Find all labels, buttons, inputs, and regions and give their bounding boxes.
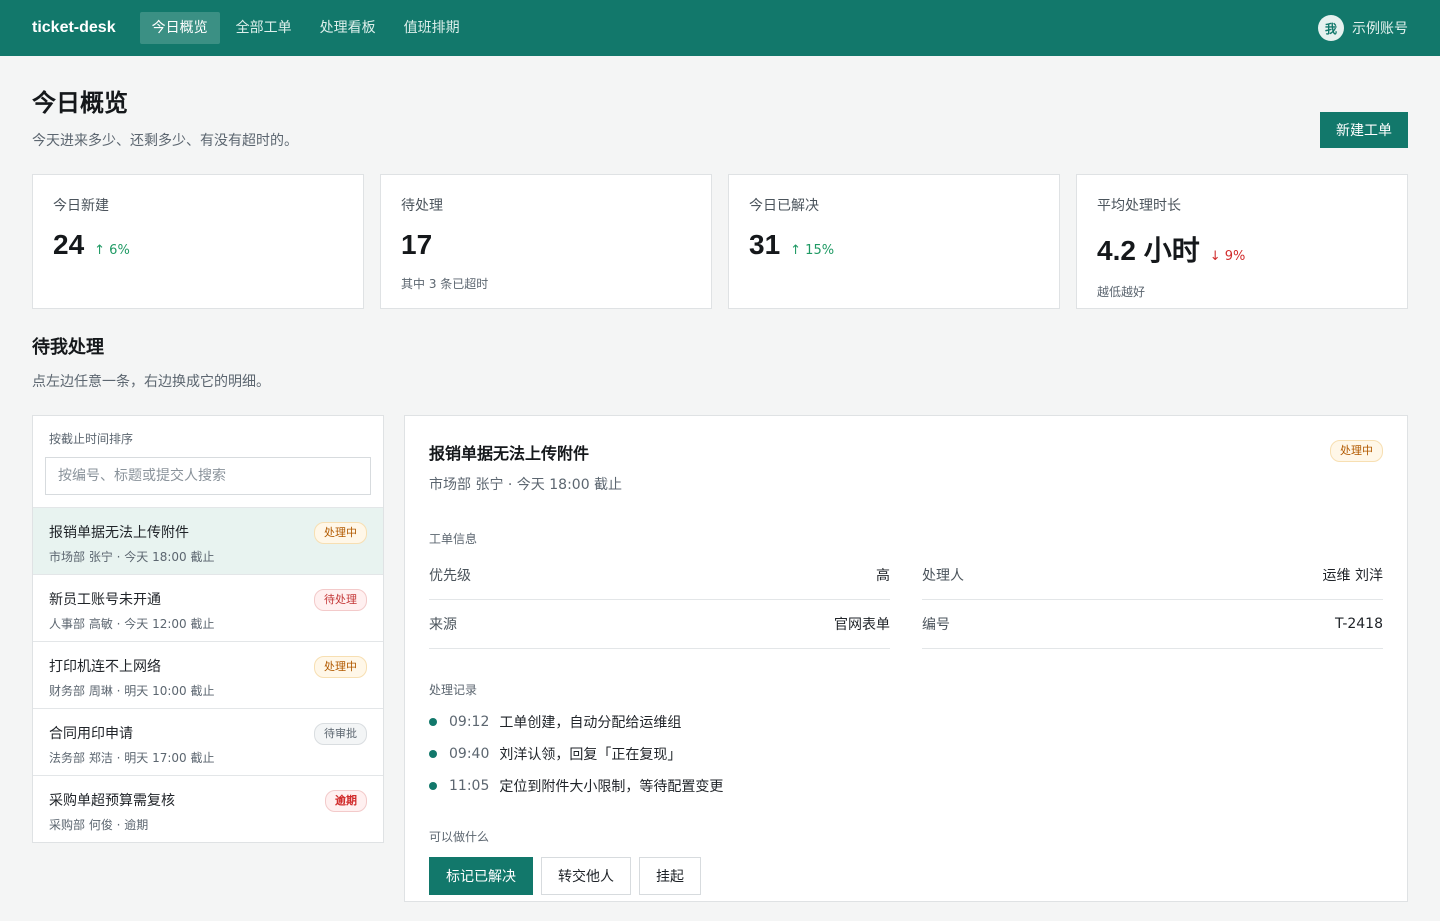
main-nav: 今日概览 全部工单 处理看板 值班排期	[139, 12, 476, 44]
stat-value: 31	[749, 229, 781, 260]
status-badge: 待处理	[314, 589, 367, 611]
stat-value: 24	[53, 229, 85, 260]
timeline-dot-icon	[429, 782, 437, 790]
log-time: 09:40	[449, 746, 490, 762]
ticket-meta: 采购部 何俊 · 逾期	[49, 818, 149, 832]
main-content: 今日概览 今天进来多少、还剩多少、有没有超时的。 新建工单 今日新建 24 ↑ …	[0, 56, 1440, 902]
stat-card-avg-time: 平均处理时长 4.2 小时 ↓ 9% 越低越好	[1076, 174, 1408, 309]
status-badge: 处理中	[1330, 440, 1383, 462]
ticket-title: 采购单超预算需复核	[49, 793, 175, 809]
section-title: 待我处理	[32, 337, 104, 358]
log-entry: 09:12 工单创建，自动分配给运维组	[429, 706, 1383, 738]
detail-meta: 市场部 张宁 · 今天 18:00 截止	[429, 477, 623, 493]
list-item[interactable]: 新员工账号未开通 人事部 高敏 · 今天 12:00 截止 待处理	[33, 574, 383, 641]
nav-item-board[interactable]: 处理看板	[308, 12, 388, 44]
list-item[interactable]: 采购单超预算需复核 采购部 何俊 · 逾期 逾期	[33, 775, 383, 842]
stat-card-resolved: 今日已解决 31 ↑ 15%	[728, 174, 1060, 309]
page-header: 今日概览 今天进来多少、还剩多少、有没有超时的。 新建工单	[32, 56, 1408, 150]
field-value: 官网表单	[834, 617, 890, 633]
field-label: 处理人	[922, 568, 964, 584]
nav-item-overview[interactable]: 今日概览	[139, 12, 220, 44]
stats-row: 今日新建 24 ↑ 6% 待处理 17 其中 3 条已超时 今日已解决 31 ↑…	[32, 174, 1408, 309]
field-value: T-2418	[1335, 616, 1383, 632]
stat-card-pending: 待处理 17 其中 3 条已超时	[380, 174, 712, 309]
ticket-meta: 法务部 郑洁 · 明天 17:00 截止	[49, 751, 215, 765]
field-id: 编号 T-2418	[922, 600, 1383, 649]
list-item[interactable]: 合同用印申请 法务部 郑洁 · 明天 17:00 截止 待审批	[33, 708, 383, 775]
sort-label[interactable]: 按截止时间排序	[45, 430, 371, 447]
log-text: 刘洋认领，回复「正在复现」	[499, 747, 682, 763]
field-label: 来源	[429, 617, 457, 633]
detail-title: 报销单据无法上传附件	[429, 444, 590, 463]
section-subtitle: 点左边任意一条，右边换成它的明细。	[32, 374, 270, 390]
field-label: 编号	[922, 617, 950, 633]
status-badge: 处理中	[314, 656, 367, 678]
brand-logo[interactable]: ticket-desk	[32, 19, 116, 37]
list-item[interactable]: 报销单据无法上传附件 市场部 张宁 · 今天 18:00 截止 处理中	[33, 507, 383, 574]
mark-resolved-button[interactable]: 标记已解决	[429, 857, 533, 895]
list-item[interactable]: 打印机连不上网络 财务部 周琳 · 明天 10:00 截止 处理中	[33, 641, 383, 708]
stat-card-new: 今日新建 24 ↑ 6%	[32, 174, 364, 309]
stat-label: 待处理	[401, 198, 443, 214]
activity-log: 09:12 工单创建，自动分配给运维组 09:40 刘洋认领，回复「正在复现」 …	[429, 706, 1383, 802]
stat-label: 平均处理时长	[1097, 198, 1181, 214]
transfer-button[interactable]: 转交他人	[541, 857, 631, 895]
stat-label: 今日已解决	[749, 198, 819, 214]
info-fields: 优先级 高 处理人 运维 刘洋 来源 官网表单 编号 T-2418	[429, 551, 1383, 649]
field-value: 运维 刘洋	[1322, 568, 1383, 584]
user-name: 示例账号	[1352, 21, 1408, 37]
nav-item-schedule[interactable]: 值班排期	[392, 12, 472, 44]
nav-item-all-tickets[interactable]: 全部工单	[224, 12, 304, 44]
action-buttons: 标记已解决 转交他人 挂起	[429, 857, 1383, 895]
search-input[interactable]	[45, 457, 371, 495]
field-priority: 优先级 高	[429, 551, 890, 600]
user-menu[interactable]: 我 示例账号	[1318, 15, 1408, 41]
log-entry: 11:05 定位到附件大小限制，等待配置变更	[429, 770, 1383, 802]
status-badge: 逾期	[325, 790, 367, 812]
ticket-meta: 市场部 张宁 · 今天 18:00 截止	[49, 550, 215, 564]
ticket-list-panel: 按截止时间排序 报销单据无法上传附件 市场部 张宁 · 今天 18:00 截止 …	[32, 415, 384, 843]
timeline-dot-icon	[429, 718, 437, 726]
field-label: 优先级	[429, 568, 471, 584]
field-assignee: 处理人 运维 刘洋	[922, 551, 1383, 600]
stat-value: 17	[401, 229, 433, 260]
new-ticket-button[interactable]: 新建工单	[1320, 112, 1408, 148]
status-badge: 待审批	[314, 723, 367, 745]
stat-note: 越低越好	[1097, 285, 1146, 299]
stat-value: 4.2 小时	[1097, 235, 1200, 266]
stat-label: 今日新建	[53, 198, 109, 214]
log-text: 工单创建，自动分配给运维组	[499, 715, 682, 731]
avatar: 我	[1318, 15, 1344, 41]
work-area: 按截止时间排序 报销单据无法上传附件 市场部 张宁 · 今天 18:00 截止 …	[32, 415, 1408, 902]
top-bar: ticket-desk 今日概览 全部工单 处理看板 值班排期 我 示例账号	[0, 0, 1440, 56]
log-time: 09:12	[449, 714, 490, 730]
ticket-meta: 财务部 周琳 · 明天 10:00 截止	[49, 684, 215, 698]
info-heading: 工单信息	[429, 532, 478, 546]
page-subtitle: 今天进来多少、还剩多少、有没有超时的。	[32, 133, 298, 149]
suspend-button[interactable]: 挂起	[639, 857, 701, 895]
ticket-detail-panel: 报销单据无法上传附件 市场部 张宁 · 今天 18:00 截止 处理中 工单信息…	[404, 415, 1408, 902]
stat-trend: ↑ 15%	[790, 243, 835, 258]
field-source: 来源 官网表单	[429, 600, 890, 649]
log-time: 11:05	[449, 778, 490, 794]
log-heading: 处理记录	[429, 683, 478, 697]
field-value: 高	[876, 568, 890, 584]
actions-heading: 可以做什么	[429, 830, 490, 844]
stat-note: 其中 3 条已超时	[401, 277, 489, 291]
timeline-dot-icon	[429, 750, 437, 758]
page-title: 今日概览	[32, 89, 128, 117]
stat-trend: ↑ 6%	[94, 243, 130, 258]
ticket-meta: 人事部 高敏 · 今天 12:00 截止	[49, 617, 215, 631]
log-entry: 09:40 刘洋认领，回复「正在复现」	[429, 738, 1383, 770]
stat-trend: ↓ 9%	[1209, 249, 1246, 264]
log-text: 定位到附件大小限制，等待配置变更	[499, 779, 724, 795]
status-badge: 处理中	[314, 522, 367, 544]
